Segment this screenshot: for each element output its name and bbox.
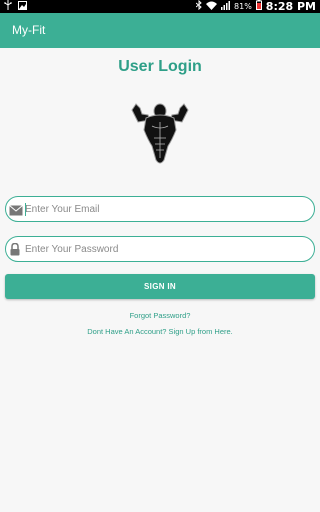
- sign-up-link[interactable]: Dont Have An Account? Sign Up from Here.: [0, 327, 320, 336]
- app-title: My-Fit: [12, 23, 46, 37]
- lock-icon: [9, 242, 23, 256]
- email-icon: [9, 203, 23, 216]
- signal-icon: [221, 0, 231, 13]
- battery-percent: 81%: [234, 2, 252, 11]
- email-field[interactable]: [23, 197, 310, 221]
- wifi-icon: [206, 1, 218, 13]
- email-field-wrapper[interactable]: [5, 196, 315, 222]
- battery-icon: [255, 0, 262, 13]
- password-field-wrapper[interactable]: [5, 236, 315, 262]
- app-bar: My-Fit: [0, 13, 320, 48]
- page-title: User Login: [118, 58, 202, 75]
- sign-in-button[interactable]: SIGN IN: [5, 274, 315, 299]
- text-caret: [25, 203, 26, 216]
- status-time: 8:28 PM: [265, 0, 316, 13]
- bodybuilder-logo: [128, 100, 192, 170]
- status-bar: 81% 8:28 PM: [0, 0, 320, 13]
- status-bar-left: [4, 0, 27, 13]
- forgot-password-link[interactable]: Forgot Password?: [0, 311, 320, 320]
- bluetooth-icon: [195, 0, 202, 13]
- password-field[interactable]: [23, 237, 310, 261]
- image-icon: [18, 0, 27, 13]
- status-bar-right: 81% 8:28 PM: [195, 0, 316, 13]
- usb-icon: [4, 0, 12, 13]
